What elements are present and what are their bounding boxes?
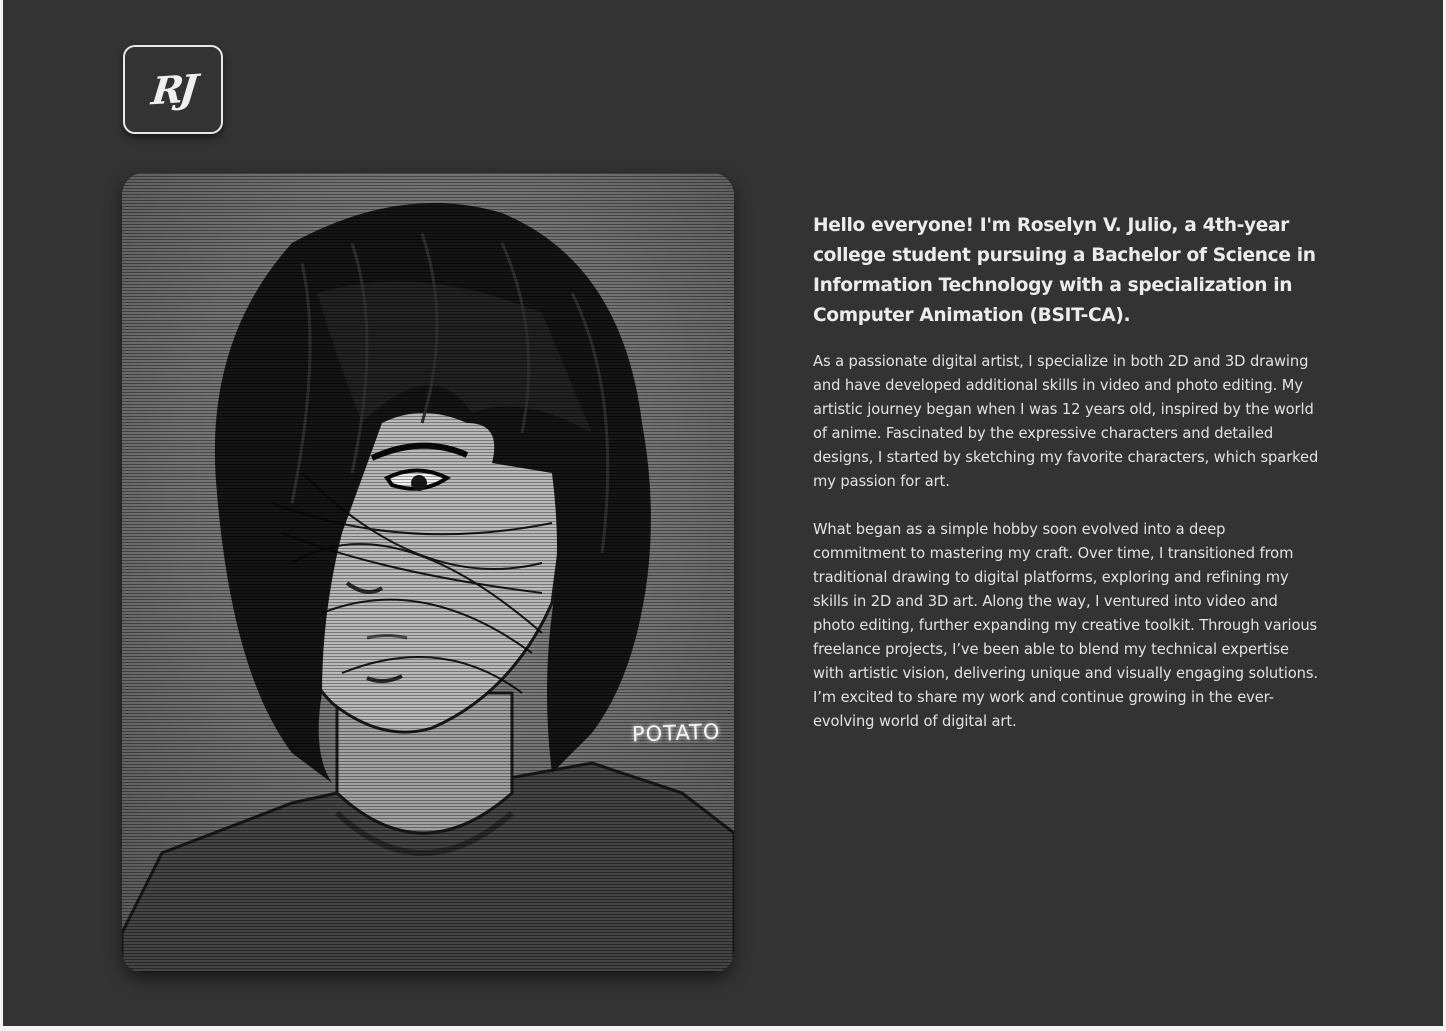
rj-logo-button[interactable]: RJ	[123, 45, 223, 134]
intro-heading: Hello everyone! I'm Roselyn V. Julio, a …	[813, 215, 1316, 326]
about-paragraph-1: As a passionate digital artist, I specia…	[813, 353, 1319, 490]
logo-text: RJ	[149, 65, 197, 114]
portrait-illustration	[122, 173, 734, 973]
about-text: Hello everyone! I'm Roselyn V. Julio, a …	[813, 211, 1319, 758]
artist-signature: POTATO	[631, 719, 721, 747]
about-paragraph-2: What began as a simple hobby soon evolve…	[813, 521, 1318, 730]
about-page: RJ POTATO Hello everyone! I'm Roselyn V.…	[3, 0, 1443, 1026]
portrait-image: POTATO	[122, 173, 734, 973]
